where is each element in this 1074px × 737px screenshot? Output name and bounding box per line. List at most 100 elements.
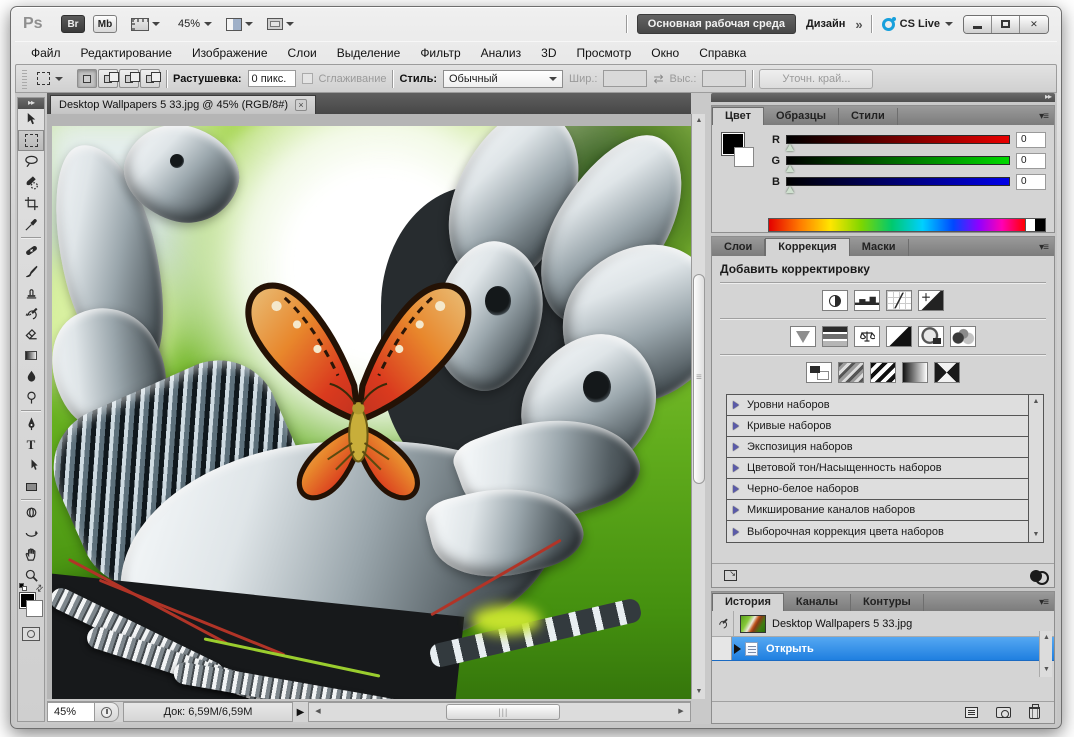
- tab-layers[interactable]: Слои: [712, 239, 765, 256]
- scroll-down-icon[interactable]: ▼: [1029, 528, 1043, 542]
- menu-edit[interactable]: Редактирование: [71, 42, 182, 64]
- expand-icon[interactable]: [733, 422, 739, 430]
- close-button[interactable]: ×: [1020, 16, 1048, 33]
- white-chip[interactable]: [1025, 219, 1035, 231]
- expand-icon[interactable]: [733, 443, 739, 451]
- photo-filter-icon[interactable]: [918, 326, 944, 347]
- brush-tool[interactable]: [18, 261, 44, 282]
- new-snapshot-icon[interactable]: [996, 707, 1011, 718]
- pen-tool[interactable]: [18, 413, 44, 434]
- 3d-orbit-tool[interactable]: [18, 523, 44, 544]
- scroll-up-icon[interactable]: ▲: [692, 114, 706, 128]
- scroll-left-icon[interactable]: ◀: [311, 705, 325, 719]
- tab-masks[interactable]: Маски: [850, 239, 909, 256]
- delete-state-icon[interactable]: [1029, 707, 1040, 719]
- blur-tool[interactable]: [18, 366, 44, 387]
- panel-menu-icon[interactable]: ▾≡: [1033, 108, 1054, 125]
- zoom-level-dropdown[interactable]: 45%: [178, 18, 212, 30]
- tab-color[interactable]: Цвет: [712, 107, 764, 125]
- blue-slider-handle[interactable]: [786, 186, 794, 193]
- swap-width-height-icon[interactable]: ⇄: [653, 72, 663, 86]
- posterize-icon[interactable]: [838, 362, 864, 383]
- quick-mask-button[interactable]: [22, 627, 40, 641]
- red-slider-handle[interactable]: [786, 144, 794, 151]
- panel-menu-icon[interactable]: ▾≡: [1033, 594, 1054, 611]
- eraser-tool[interactable]: [18, 324, 44, 345]
- horizontal-scroll-thumb[interactable]: |||: [446, 704, 560, 720]
- menu-analysis[interactable]: Анализ: [471, 42, 532, 64]
- new-selection-button[interactable]: [77, 69, 97, 88]
- height-input[interactable]: [702, 70, 746, 87]
- preset-black-white[interactable]: Черно-белое наборов: [727, 479, 1028, 500]
- menu-image[interactable]: Изображение: [182, 42, 278, 64]
- workspace-button-design[interactable]: Дизайн: [806, 18, 845, 30]
- green-slider-handle[interactable]: [786, 165, 794, 172]
- launch-bridge-button[interactable]: Br: [61, 15, 85, 33]
- panel-menu-icon[interactable]: ▾≡: [1033, 239, 1054, 256]
- clip-to-layer-icon[interactable]: [1030, 570, 1042, 582]
- cs-live-dropdown[interactable]: CS Live: [882, 18, 953, 31]
- type-tool[interactable]: T: [18, 434, 44, 455]
- scroll-down-icon[interactable]: ▼: [1040, 663, 1053, 677]
- menu-help[interactable]: Справка: [689, 42, 756, 64]
- menu-select[interactable]: Выделение: [327, 42, 411, 64]
- tab-history[interactable]: История: [712, 593, 784, 611]
- history-snapshot-row[interactable]: Desktop Wallpapers 5 33.jpg: [712, 611, 1054, 637]
- red-value-input[interactable]: 0: [1016, 132, 1046, 148]
- selective-color-icon[interactable]: [934, 362, 960, 383]
- expand-icon[interactable]: [733, 401, 739, 409]
- green-value-input[interactable]: 0: [1016, 153, 1046, 169]
- canvas-horizontal-scrollbar[interactable]: ◀ ||| ▶: [308, 702, 691, 722]
- screen-mode-dropdown[interactable]: [267, 18, 294, 30]
- invert-icon[interactable]: [806, 362, 832, 383]
- expanded-view-icon[interactable]: [724, 570, 737, 581]
- color-spectrum-bar[interactable]: [768, 218, 1046, 232]
- minimize-button[interactable]: [964, 16, 992, 33]
- history-brush-tool[interactable]: [18, 303, 44, 324]
- curves-icon[interactable]: ╱: [886, 290, 912, 311]
- blue-slider[interactable]: [786, 177, 1010, 186]
- tab-paths[interactable]: Контуры: [851, 594, 924, 611]
- default-colors-icon[interactable]: [19, 583, 28, 591]
- canvas-vertical-scrollbar[interactable]: ▲ ▼: [691, 114, 705, 699]
- status-zoom-input[interactable]: 45%: [47, 702, 95, 722]
- history-brush-source-cell[interactable]: [712, 611, 734, 636]
- launch-mini-bridge-button[interactable]: Mb: [93, 15, 117, 33]
- close-document-icon[interactable]: ×: [295, 99, 307, 111]
- tab-adjustments[interactable]: Коррекция: [765, 238, 849, 256]
- spectrum-gradient[interactable]: [769, 219, 1025, 231]
- intersect-selection-button[interactable]: [140, 69, 160, 88]
- tab-swatches[interactable]: Образцы: [764, 108, 839, 125]
- exposure-icon[interactable]: ＋: [918, 290, 944, 311]
- timing-button[interactable]: [95, 702, 119, 722]
- blue-value-input[interactable]: 0: [1016, 174, 1046, 190]
- workspace-button-essentials[interactable]: Основная рабочая среда: [637, 14, 796, 34]
- clone-stamp-tool[interactable]: [18, 282, 44, 303]
- subtract-from-selection-button[interactable]: [119, 69, 139, 88]
- menu-layers[interactable]: Слои: [278, 42, 327, 64]
- workspace-overflow-chevrons[interactable]: »: [855, 17, 860, 32]
- eyedropper-tool[interactable]: [18, 214, 44, 235]
- hue-saturation-icon[interactable]: [822, 326, 848, 347]
- history-state-slider-cell[interactable]: [712, 637, 732, 660]
- menu-filter[interactable]: Фильтр: [410, 42, 470, 64]
- levels-icon[interactable]: ▂▅▃▇▂: [854, 290, 880, 311]
- tool-preset-picker[interactable]: [33, 70, 67, 87]
- dodge-tool[interactable]: [18, 387, 44, 408]
- gradient-tool[interactable]: [18, 345, 44, 366]
- threshold-icon[interactable]: [870, 362, 896, 383]
- history-scrollbar[interactable]: ▲ ▼: [1039, 631, 1052, 677]
- path-selection-tool[interactable]: [18, 455, 44, 476]
- brightness-contrast-icon[interactable]: [822, 290, 848, 311]
- add-to-selection-button[interactable]: [98, 69, 118, 88]
- preset-channel-mixer[interactable]: Микширование каналов наборов: [727, 500, 1028, 521]
- swap-colors-icon[interactable]: ⇄: [34, 582, 47, 595]
- menu-view[interactable]: Просмотр: [566, 42, 641, 64]
- spot-healing-brush-tool[interactable]: [18, 240, 44, 261]
- rectangular-marquee-tool[interactable]: [18, 130, 44, 151]
- quick-selection-tool[interactable]: [18, 172, 44, 193]
- new-document-from-state-icon[interactable]: [965, 707, 978, 718]
- lasso-tool[interactable]: [18, 151, 44, 172]
- gradient-map-icon[interactable]: [902, 362, 928, 383]
- menu-file[interactable]: Файл: [21, 42, 71, 64]
